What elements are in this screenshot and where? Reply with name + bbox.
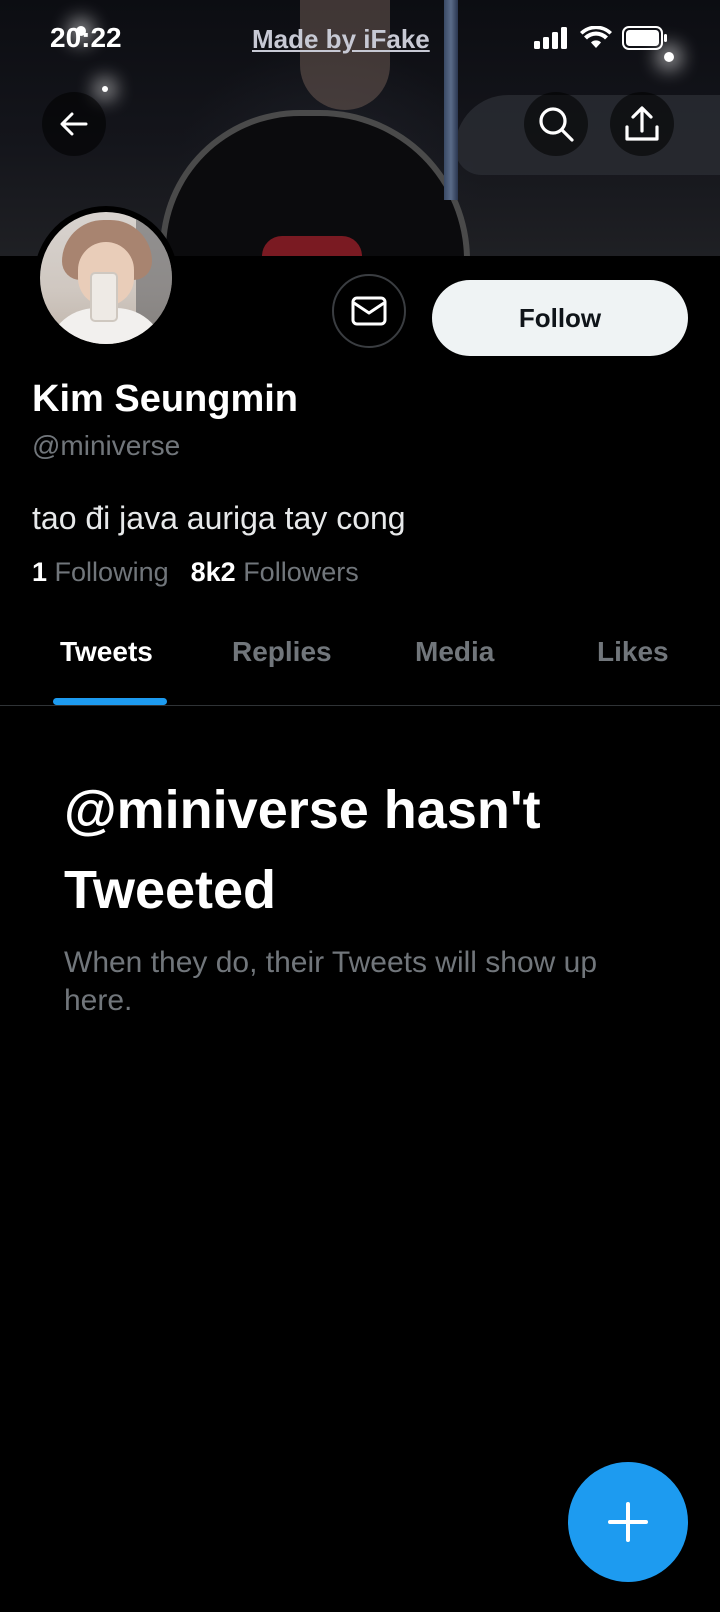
followers-count: 8k2 (190, 557, 236, 587)
profile-bio: tao đi java auriga tay cong (32, 500, 406, 536)
compose-tweet-button[interactable] (568, 1462, 688, 1582)
battery-icon (622, 26, 667, 50)
avatar-phone (90, 272, 118, 322)
empty-state-title: @miniverse hasn't Tweeted (64, 780, 541, 920)
avatar-photo (40, 212, 172, 344)
active-tab-indicator (53, 698, 167, 705)
followers-label: Followers (243, 557, 359, 587)
banner-person (160, 110, 470, 256)
profile-stats: 1 Following 8k2 Followers (32, 557, 359, 588)
back-button[interactable] (42, 92, 106, 156)
search-icon (539, 107, 574, 142)
banner-boat (455, 95, 720, 175)
tab-replies[interactable]: Replies (232, 636, 332, 668)
signal-icon (534, 27, 567, 49)
search-button[interactable] (524, 92, 588, 156)
banner-pole (444, 0, 458, 200)
profile-tabs: Tweets Replies Media Likes (0, 612, 720, 706)
profile-handle: @miniverse (32, 430, 181, 461)
tab-tweets[interactable]: Tweets (60, 636, 153, 668)
following-count: 1 (32, 557, 48, 587)
following-link[interactable]: 1 Following (32, 557, 169, 588)
banner-face (300, 0, 390, 110)
followers-link[interactable]: 8k2 Followers (191, 557, 359, 588)
tab-media[interactable]: Media (415, 636, 494, 668)
back-arrow-icon (60, 112, 88, 136)
profile-name: Kim Seungmin (32, 378, 299, 420)
banner-light (102, 86, 108, 92)
message-button[interactable] (332, 274, 406, 348)
tab-likes[interactable]: Likes (597, 636, 669, 668)
share-button[interactable] (610, 92, 674, 156)
empty-state-subtitle: When they do, their Tweets will show up … (64, 946, 598, 1017)
wifi-icon (580, 26, 612, 48)
profile-avatar[interactable] (34, 206, 178, 350)
follow-button[interactable]: Follow (432, 280, 688, 356)
status-time: 20:22 (50, 22, 122, 53)
message-icon (351, 296, 387, 326)
banner-light (664, 52, 674, 62)
banner-logo (262, 236, 362, 256)
status-icons (534, 26, 668, 50)
share-icon (625, 106, 659, 141)
watermark: Made by iFake (252, 24, 430, 54)
following-label: Following (54, 557, 169, 587)
compose-plus-icon (608, 1502, 648, 1542)
